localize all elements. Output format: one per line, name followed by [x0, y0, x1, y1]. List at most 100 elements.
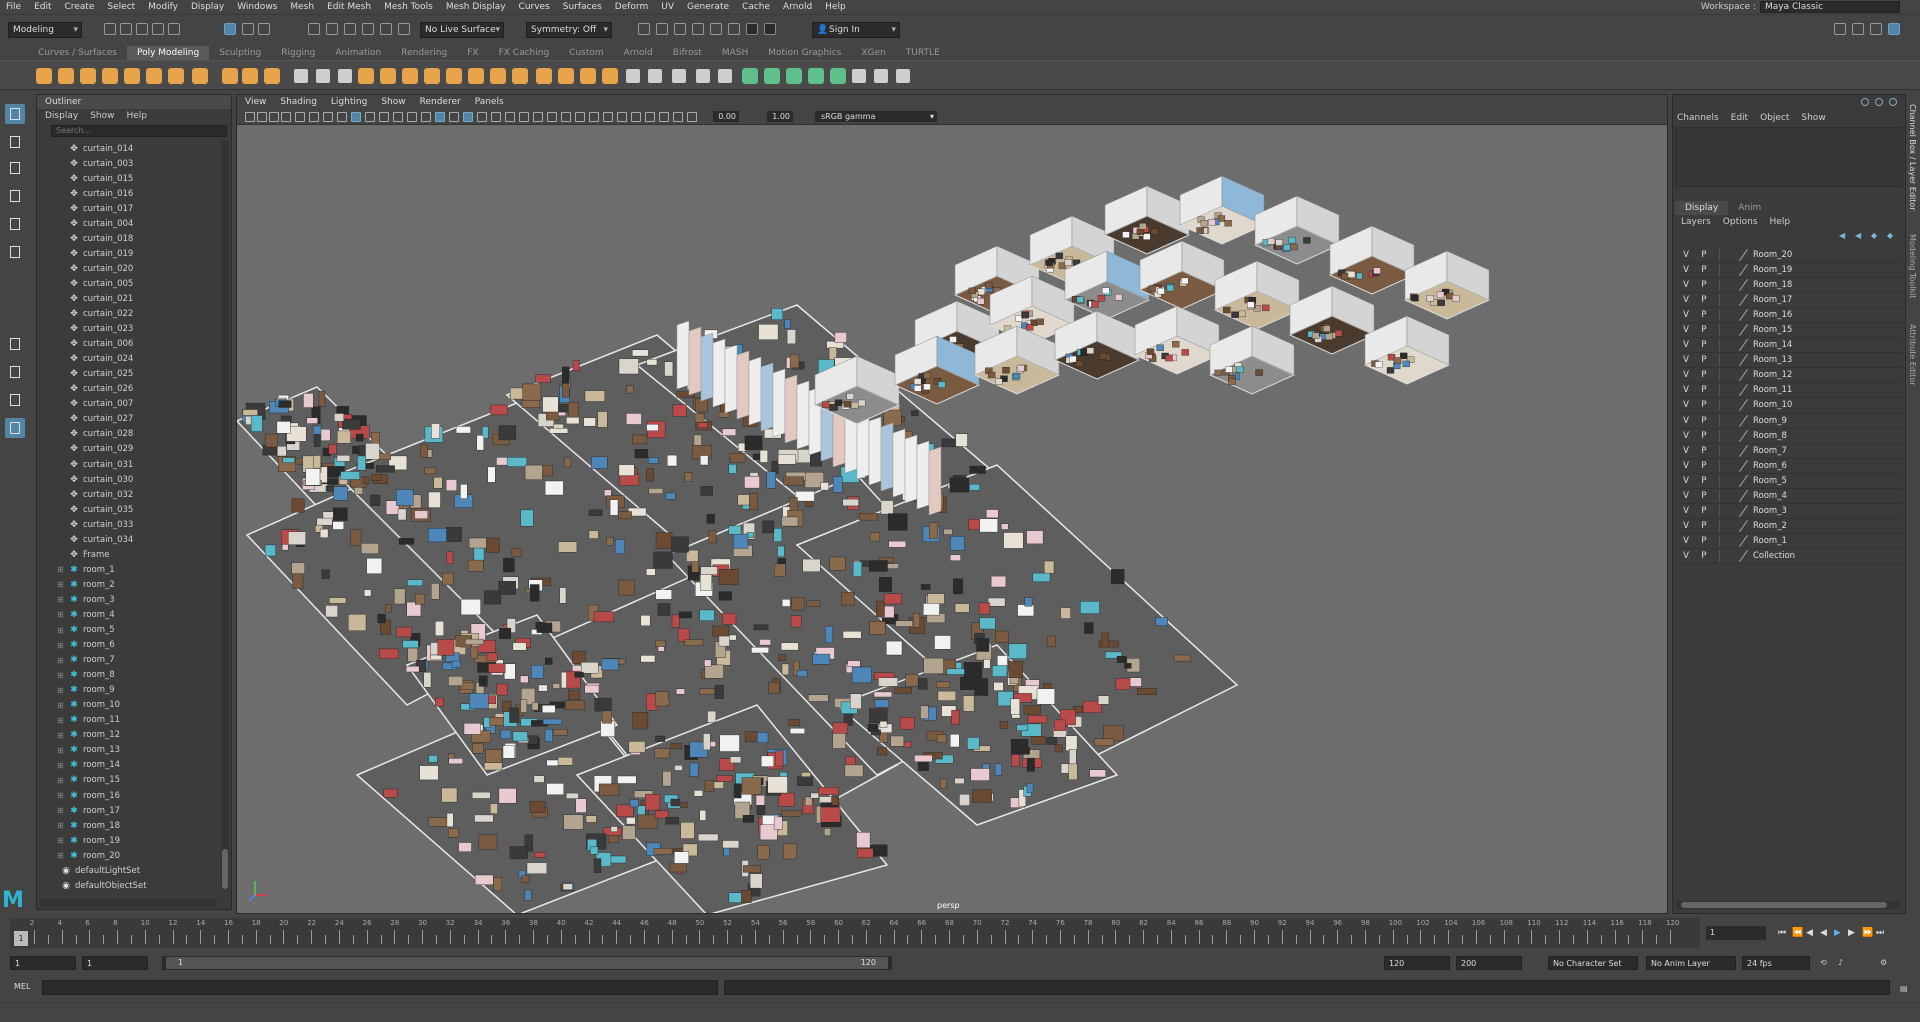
outliner-item[interactable]: ✥ curtain_007 [37, 397, 219, 412]
layer-menu-options[interactable]: Options [1723, 217, 1758, 227]
layer-playback-toggle[interactable]: P [1697, 355, 1711, 365]
display-layer-row[interactable]: V P Room_6 [1675, 459, 1903, 474]
playback-start-field[interactable]: 1 [82, 956, 148, 970]
time-slider[interactable]: 2 4 6 8 10 12 14 16 18 20 22 24 26 28 30 32 34 36 38 40 42 44… [10, 918, 1700, 948]
viewport-toolbar-icon[interactable] [491, 112, 501, 122]
expand-icon[interactable]: ⊞ [57, 821, 65, 830]
outliner-item[interactable]: ⊞ ✱ room_3 [37, 592, 219, 607]
outliner-item[interactable]: ⊞ ✱ room_8 [37, 668, 219, 683]
shelf-tab-poly-modeling[interactable]: Poly Modeling [126, 46, 210, 60]
expand-icon[interactable]: ⊞ [57, 776, 65, 785]
room-model[interactable] [1403, 250, 1491, 320]
outliner-item[interactable]: ✥ curtain_004 [37, 216, 219, 231]
poly-cylinder-icon[interactable] [80, 68, 96, 84]
expand-icon[interactable]: ⊞ [57, 656, 65, 665]
layer-playback-toggle[interactable]: P [1697, 416, 1711, 426]
layer-visibility-toggle[interactable]: V [1679, 280, 1693, 290]
display-layer-row[interactable]: V P Room_5 [1675, 474, 1903, 489]
menu-select[interactable]: Select [107, 2, 135, 12]
layer-color-swatch[interactable] [1739, 430, 1749, 442]
viewport-toolbar-icon[interactable] [281, 112, 291, 122]
display-layer-row[interactable]: V P Room_19 [1675, 263, 1903, 279]
layer-playback-toggle[interactable]: P [1697, 250, 1711, 260]
viewport-toolbar-icon[interactable] [269, 112, 279, 122]
viewport-toolbar-icon[interactable] [519, 112, 529, 122]
shelf-tab-custom[interactable]: Custom [559, 46, 613, 60]
layer-display-type[interactable] [1719, 264, 1739, 277]
side-tab-channel-box-layer-editor[interactable]: Channel Box / Layer Editor [1908, 104, 1917, 211]
menu-cache[interactable]: Cache [742, 2, 770, 12]
menu-display[interactable]: Display [191, 2, 224, 12]
layer-color-swatch[interactable] [1739, 339, 1749, 351]
render-view-icon[interactable] [746, 23, 758, 35]
viewport-toolbar-icon[interactable] [589, 112, 599, 122]
layer-color-swatch[interactable] [1739, 249, 1749, 261]
expand-icon[interactable]: ⊞ [57, 716, 65, 725]
menu-edit-mesh[interactable]: Edit Mesh [327, 2, 371, 12]
viewport-toolbar-icon[interactable] [295, 112, 305, 122]
shelf-tab-curves-surfaces[interactable]: Curves / Surfaces [28, 46, 127, 60]
display-layer-row[interactable]: V P Room_8 [1675, 429, 1903, 444]
viewport-toolbar-icon[interactable] [407, 112, 417, 122]
layer-playback-toggle[interactable]: P [1697, 295, 1711, 305]
outliner-item[interactable]: ⊞ ✱ room_1 [37, 562, 219, 577]
render-settings-icon[interactable] [710, 23, 722, 35]
hypershade-icon[interactable] [728, 23, 740, 35]
display-layer-row[interactable]: V P Room_18 [1675, 278, 1903, 294]
outliner-item[interactable]: ⊞ ✱ room_13 [37, 743, 219, 758]
outliner-item[interactable]: ⊞ ✱ room_18 [37, 818, 219, 833]
poly-cone-icon[interactable] [102, 68, 118, 84]
layer-color-swatch[interactable] [1739, 264, 1749, 276]
fps-dropdown[interactable]: 24 fps [1742, 956, 1810, 970]
layer-editor-scrollbar[interactable] [1677, 901, 1901, 909]
channel-box-menu-show[interactable]: Show [1801, 113, 1825, 123]
viewport-toolbar-icon[interactable] [645, 112, 655, 122]
extrude-icon[interactable] [402, 68, 418, 84]
paint-select-tool-icon[interactable] [5, 158, 25, 178]
layer-playback-toggle[interactable]: P [1697, 461, 1711, 471]
uv-auto-icon[interactable] [830, 68, 846, 84]
pin-icon[interactable] [1861, 98, 1869, 106]
mel-label[interactable]: MEL [14, 982, 30, 991]
expand-icon[interactable]: ⊞ [57, 671, 65, 680]
new-layer-selected-icon[interactable]: ◆ [1887, 231, 1897, 240]
layer-visibility-toggle[interactable]: V [1679, 340, 1693, 350]
layer-display-type[interactable] [1719, 249, 1739, 262]
outliner-item[interactable]: ⊞ ✱ room_7 [37, 653, 219, 668]
display-layer-row[interactable]: V P Room_15 [1675, 323, 1903, 339]
menu-windows[interactable]: Windows [237, 2, 277, 12]
viewport-panel[interactable]: View Shading Lighting Show Renderer Panels 0.… [236, 94, 1668, 914]
script-editor-icon[interactable]: ▤ [1900, 982, 1908, 996]
layer-visibility-toggle[interactable]: V [1679, 506, 1693, 516]
sign-in-button[interactable]: 👤 Sign In [812, 22, 900, 38]
expand-icon[interactable]: ⊞ [57, 746, 65, 755]
svg-icon[interactable] [264, 68, 280, 84]
outliner-item[interactable]: ⊞ ✱ room_9 [37, 683, 219, 698]
expand-icon[interactable]: ⊞ [57, 595, 65, 604]
step-forward-key-icon[interactable]: ⏩ [1862, 928, 1873, 938]
viewport-toolbar-icon[interactable] [631, 112, 641, 122]
move-layer-up-icon[interactable]: ◀ [1839, 231, 1849, 240]
display-layer-row[interactable]: V P Room_4 [1675, 489, 1903, 504]
layer-display-type[interactable] [1719, 309, 1739, 322]
outliner-persp-layout-icon[interactable] [5, 418, 25, 438]
modeling-toolkit-icon[interactable] [1834, 23, 1846, 35]
single-pane-layout-icon[interactable] [5, 334, 25, 354]
viewport-toolbar-icon[interactable] [477, 112, 487, 122]
shelf-tab-turtle[interactable]: TURTLE [896, 46, 950, 60]
go-to-end-icon[interactable]: ⏭ [1876, 928, 1886, 938]
live-surface-dropdown[interactable]: No Live Surface [420, 22, 504, 38]
knife-icon[interactable] [672, 69, 686, 83]
outliner-item[interactable]: ⊞ ✱ room_14 [37, 758, 219, 773]
viewport-toolbar-icon[interactable] [505, 112, 515, 122]
viewport-toolbar-icon[interactable] [337, 112, 347, 122]
layer-color-swatch[interactable] [1739, 324, 1749, 336]
playback-end-field[interactable]: 120 [1384, 956, 1450, 970]
redo-icon[interactable] [168, 23, 180, 35]
shelf-tab-mash[interactable]: MASH [712, 46, 758, 60]
menu-file[interactable]: File [6, 2, 21, 12]
layer-playback-toggle[interactable]: P [1697, 506, 1711, 516]
channel-box-icon[interactable] [1888, 23, 1900, 35]
workspace-dropdown[interactable]: Maya Classic [1760, 1, 1900, 13]
viewport-toolbar-icon[interactable] [323, 112, 333, 122]
